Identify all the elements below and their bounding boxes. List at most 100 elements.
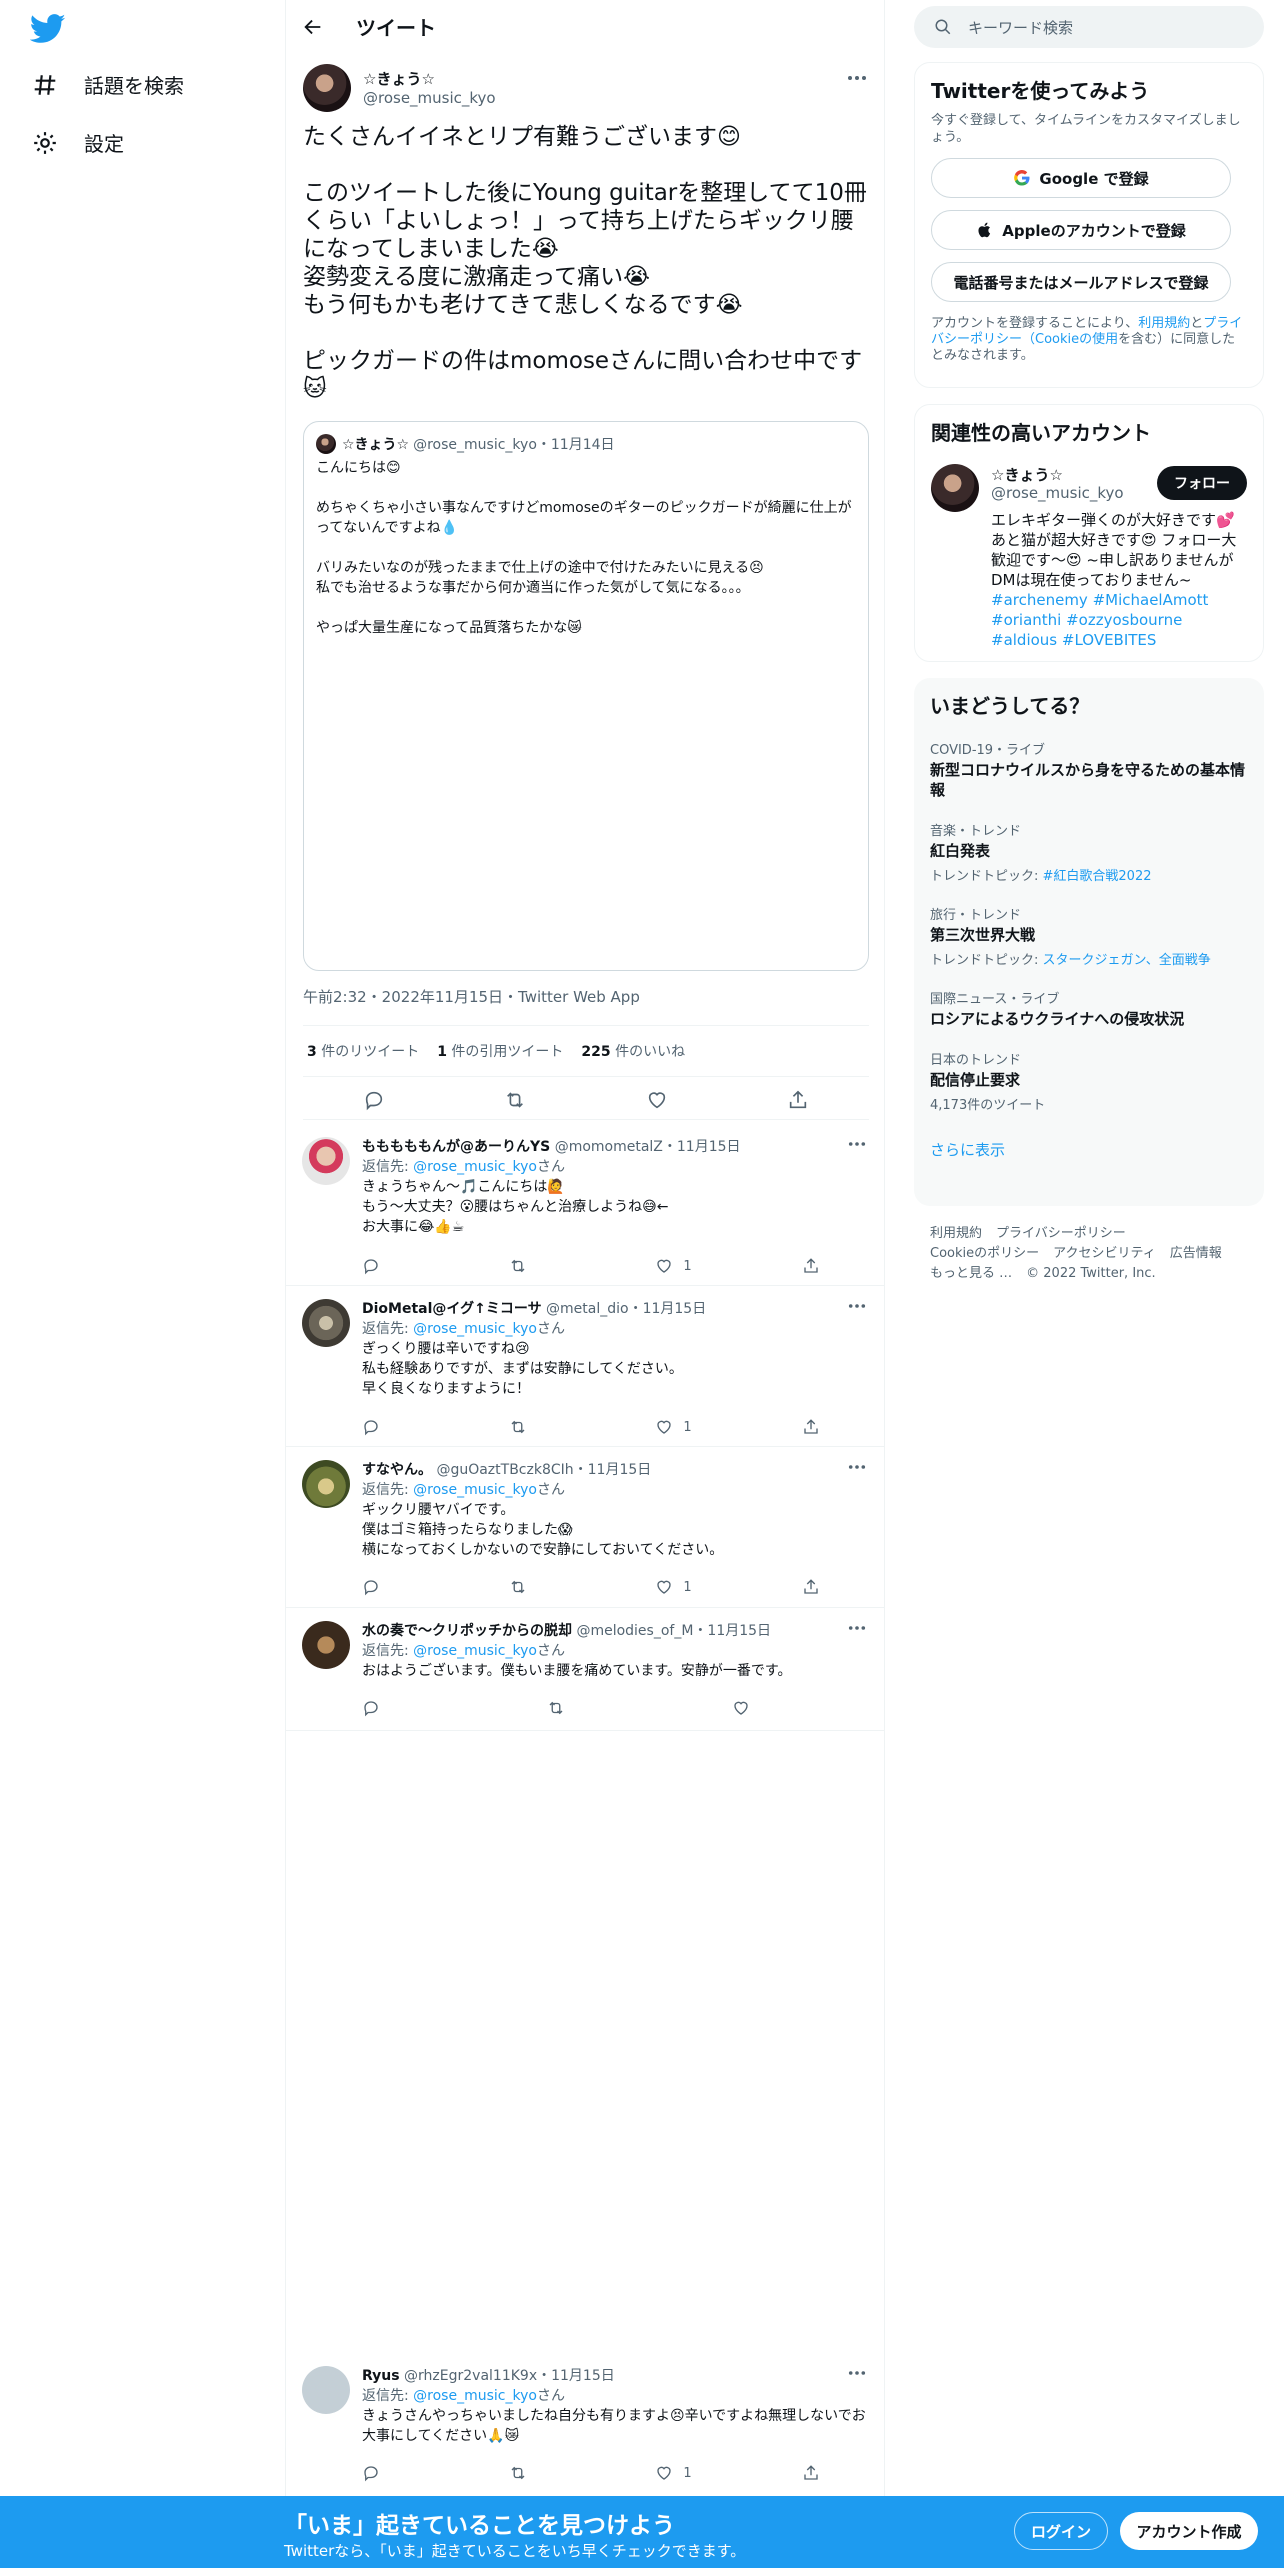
apple-signup-label: Appleのアカウントで登録 xyxy=(1002,221,1186,240)
reply-item[interactable]: すなやん。 @guOaztTBczk8CIh・11月15日 返信先: @rose… xyxy=(286,1448,884,1608)
trend-context: 旅行・トレンド xyxy=(930,908,1022,923)
footer-cookie-link[interactable]: Cookieのポリシー xyxy=(930,1246,1039,1261)
trend-item[interactable]: 国際ニュース・ライブ ロシアによるウクライナへの侵攻状況 xyxy=(930,988,1248,1029)
reply-to-handle[interactable]: @rose_music_kyo xyxy=(413,2388,537,2404)
follow-button[interactable]: フォロー xyxy=(1157,466,1247,500)
reply-retweet-action[interactable] xyxy=(509,1576,609,1598)
bottombar-subtitle: Twitterなら、「いま」起きていることをいち早くチェックできます。 xyxy=(284,2542,746,2560)
related-account-handle[interactable]: @rose_music_kyo xyxy=(991,484,1124,502)
reply-like-action[interactable]: 1 xyxy=(655,1416,755,1438)
quotes-stat[interactable]: 1 件の引用ツイート xyxy=(437,1041,563,1061)
reply-item[interactable]: DioMetal@イグ↑ミコーサ @metal_dio・11月15日 返信先: … xyxy=(286,1287,884,1447)
twitter-logo-icon[interactable] xyxy=(30,14,66,44)
phone-email-signup-button[interactable]: 電話番号またはメールアドレスで登録 xyxy=(931,262,1231,302)
avatar[interactable] xyxy=(931,464,979,512)
related-account[interactable]: ☆きょう☆ @rose_music_kyo フォロー エレキギター弾くのが大好き… xyxy=(931,464,1247,664)
search-input-placeholder[interactable]: キーワード検索 xyxy=(968,17,1073,38)
reply-author-name[interactable]: 水の奏で〜クリポッチからの脱却 xyxy=(362,1623,572,1639)
google-signup-label: Google で登録 xyxy=(1039,169,1149,188)
reply-like-action[interactable]: 1 xyxy=(655,2462,755,2484)
reply-icon xyxy=(364,1580,378,1596)
footer-more-link[interactable]: もっと見る … xyxy=(930,1266,1012,1281)
reply-to-handle[interactable]: @rose_music_kyo xyxy=(413,1482,537,1498)
more-options-icon[interactable] xyxy=(845,68,869,88)
retweet-icon[interactable] xyxy=(504,1089,526,1111)
tweet-timestamp[interactable]: 午前2:32・2022年11月15日・Twitter Web App xyxy=(303,986,640,1007)
reply-to-prefix: 返信先: xyxy=(362,1321,414,1337)
reply-header: すなやん。 @guOaztTBczk8CIh・11月15日 xyxy=(362,1460,868,1480)
nav-explore-label: 話題を検索 xyxy=(84,74,184,98)
reply-reply-action[interactable] xyxy=(362,1416,462,1438)
reply-share-action[interactable] xyxy=(802,1416,832,1438)
footer-accessibility-link[interactable]: アクセシビリティ xyxy=(1053,1246,1156,1261)
footer-privacy-link[interactable]: プライバシーポリシー xyxy=(996,1226,1126,1241)
reply-share-action[interactable] xyxy=(802,1576,832,1598)
quoted-tweet-text: こんにちは😊 めちゃくちゃ小さい事なんですけどmomoseのギターのピックガード… xyxy=(316,460,852,636)
avatar[interactable] xyxy=(302,1137,350,1185)
reply-author-name[interactable]: すなやん。 xyxy=(362,1462,432,1478)
reply-reply-action[interactable] xyxy=(362,1576,462,1598)
reply-item[interactable]: もももももんが@あーりんYS @momometalZ・11月15日 返信先: @… xyxy=(286,1125,884,1286)
bio-hashtags[interactable]: #archenemy #MichaelAmott #orianthi #ozzy… xyxy=(991,591,1213,649)
nav-explore[interactable]: 話題を検索 xyxy=(32,70,184,99)
nav-settings[interactable]: 設定 xyxy=(32,128,124,157)
likes-label: 件のいいね xyxy=(615,1044,686,1060)
back-arrow-icon[interactable] xyxy=(302,16,324,38)
reply-icon[interactable] xyxy=(363,1089,385,1111)
login-button[interactable]: ログイン xyxy=(1014,2512,1108,2550)
avatar[interactable] xyxy=(302,1299,350,1347)
trend-sub-link[interactable]: #紅白歌合戦2022 xyxy=(1043,869,1152,884)
reply-to-handle[interactable]: @rose_music_kyo xyxy=(413,1321,537,1337)
trend-item[interactable]: COVID-19・ライブ 新型コロナウイルスから身を守るための基本情報 xyxy=(930,739,1248,800)
avatar[interactable] xyxy=(302,1621,350,1669)
reply-item[interactable]: 水の奏で〜クリポッチからの脱却 @melodies_of_M・11月15日 返信… xyxy=(286,1609,884,1731)
reply-reply-action[interactable] xyxy=(362,1697,462,1719)
trend-item[interactable]: 旅行・トレンド 第三次世界大戦 トレンドトピック: スタークジェガン、全面戦争 xyxy=(930,904,1248,968)
reply-like-action[interactable]: 1 xyxy=(655,1255,755,1277)
reply-retweet-action[interactable] xyxy=(509,1255,609,1277)
reply-share-action[interactable] xyxy=(802,1255,832,1277)
show-more-link[interactable]: さらに表示 xyxy=(930,1139,1248,1160)
reply-author-name[interactable]: もももももんが@あーりんYS xyxy=(362,1139,550,1155)
reply-like-count: 1 xyxy=(683,1419,692,1435)
create-account-button[interactable]: アカウント作成 xyxy=(1120,2512,1258,2550)
reply-to-handle[interactable]: @rose_music_kyo xyxy=(413,1159,537,1175)
author-handle[interactable]: @rose_music_kyo xyxy=(363,89,496,107)
avatar[interactable] xyxy=(303,64,351,112)
google-signup-button[interactable]: Google で登録 xyxy=(931,158,1231,198)
reply-body: 水の奏で〜クリポッチからの脱却 @melodies_of_M・11月15日 返信… xyxy=(362,1621,868,1681)
terms-link[interactable]: 利用規約 xyxy=(1138,316,1190,331)
retweets-stat[interactable]: 3 件のリツイート xyxy=(307,1041,419,1061)
reply-to: 返信先: @rose_music_kyoさん xyxy=(362,1480,868,1500)
reply-reply-action[interactable] xyxy=(362,1255,462,1277)
footer-ads-link[interactable]: 広告情報 xyxy=(1170,1246,1222,1261)
reply-retweet-action[interactable] xyxy=(547,1697,647,1719)
footer-terms-link[interactable]: 利用規約 xyxy=(930,1226,982,1241)
reply-like-action[interactable]: 1 xyxy=(655,1576,755,1598)
trend-title: ロシアによるウクライナへの侵攻状況 xyxy=(930,1010,1185,1028)
quoted-tweet[interactable]: ☆きょう☆ @rose_music_kyo・11月14日 こんにちは😊 めちゃく… xyxy=(303,421,869,971)
avatar[interactable] xyxy=(302,1460,350,1508)
like-icon[interactable] xyxy=(646,1089,668,1111)
reply-retweet-action[interactable] xyxy=(509,1416,609,1438)
reply-item[interactable]: Ryus @rhzEgr2val11K9x・11月15日 返信先: @rose_… xyxy=(286,2354,884,2494)
share-icon[interactable] xyxy=(787,1089,809,1111)
trend-item[interactable]: 日本のトレンド 配信停止要求 4,173件のツイート xyxy=(930,1049,1248,1113)
likes-stat[interactable]: 225 件のいいね xyxy=(581,1041,685,1061)
reply-like-action[interactable] xyxy=(732,1697,832,1719)
search-box[interactable]: キーワード検索 xyxy=(914,6,1264,48)
reply-to-handle[interactable]: @rose_music_kyo xyxy=(413,1643,537,1659)
trend-item[interactable]: 音楽・トレンド 紅白発表 トレンドトピック: #紅白歌合戦2022 xyxy=(930,820,1248,884)
reply-author-name[interactable]: Ryus xyxy=(362,2368,400,2384)
author-name[interactable]: ☆きょう☆ xyxy=(363,68,435,89)
reply-retweet-action[interactable] xyxy=(509,2462,609,2484)
avatar[interactable] xyxy=(302,2366,350,2414)
reply-share-action[interactable] xyxy=(802,2462,832,2484)
related-account-name[interactable]: ☆きょう☆ xyxy=(991,464,1063,485)
reply-icon xyxy=(364,1420,378,1436)
apple-signup-button[interactable]: Appleのアカウントで登録 xyxy=(931,210,1231,250)
reply-author-name[interactable]: DioMetal@イグ↑ミコーサ xyxy=(362,1301,542,1317)
trend-sub-link[interactable]: スタークジェガン、全面戦争 xyxy=(1043,953,1211,968)
reply-body: Ryus @rhzEgr2val11K9x・11月15日 返信先: @rose_… xyxy=(362,2366,868,2446)
reply-reply-action[interactable] xyxy=(362,2462,462,2484)
